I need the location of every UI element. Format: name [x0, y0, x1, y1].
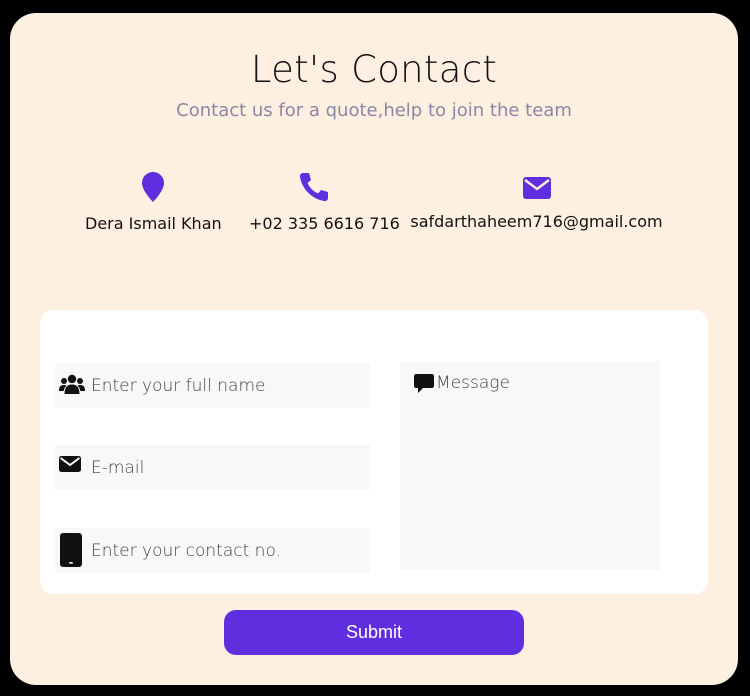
- envelope-icon: [409, 172, 664, 204]
- comment-icon: [414, 374, 434, 398]
- message-field: [400, 361, 660, 570]
- location-text: Dera Ismail Khan: [85, 214, 222, 233]
- email-input[interactable]: [91, 445, 366, 490]
- contact-no-field: [55, 528, 370, 573]
- phone-info: +02 335 6616 716: [249, 172, 400, 233]
- users-icon: [59, 374, 85, 398]
- email-info: safdarthaheem716@gmail.com: [409, 172, 664, 231]
- submit-button[interactable]: Submit: [224, 610, 524, 655]
- full-name-input[interactable]: [91, 363, 366, 408]
- page-title: Let's Contact: [250, 48, 498, 91]
- contact-no-input[interactable]: [91, 528, 366, 573]
- full-name-field: [55, 363, 370, 408]
- mobile-phone-icon: [59, 532, 83, 571]
- page-subtitle: Contact us for a quote,help to join the …: [176, 100, 572, 121]
- phone-icon: [249, 172, 381, 206]
- email-text: safdarthaheem716@gmail.com: [410, 212, 663, 231]
- phone-text: +02 335 6616 716: [249, 214, 400, 233]
- map-pin-icon: [85, 172, 220, 206]
- email-field: [55, 445, 370, 490]
- location-info: Dera Ismail Khan: [85, 172, 222, 233]
- message-input[interactable]: [436, 373, 651, 558]
- envelope-icon: [59, 455, 81, 477]
